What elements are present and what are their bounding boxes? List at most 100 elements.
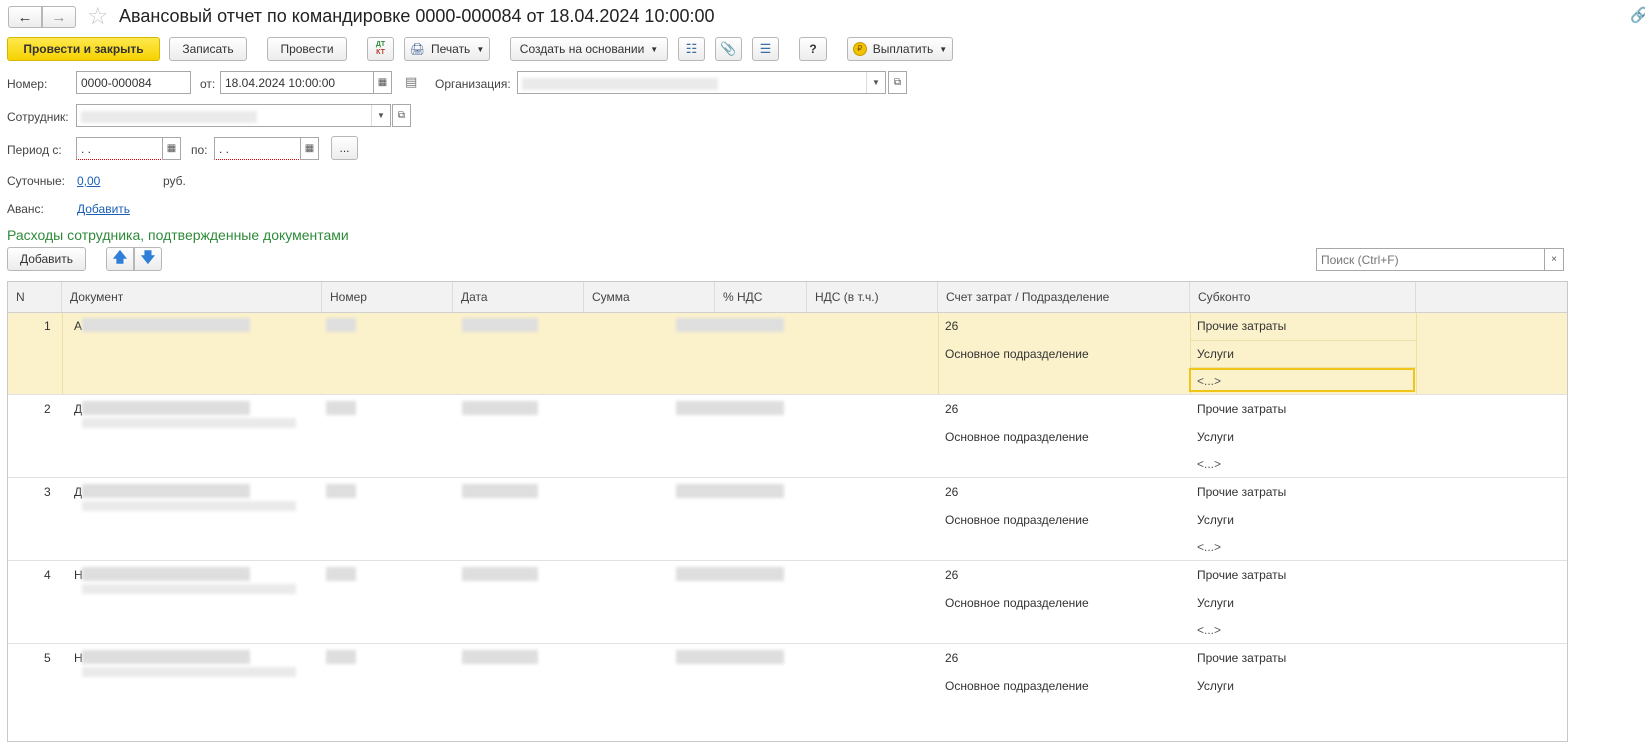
subconto-1-cell[interactable]: Прочие затраты <box>1197 651 1286 665</box>
section-title: Расходы сотрудника, подтвержденные докум… <box>7 227 349 243</box>
period-to-label: по: <box>191 143 208 157</box>
period-to-field[interactable]: . . <box>214 137 301 160</box>
organization-dropdown[interactable]: ▼ <box>866 72 885 93</box>
arrow-left-icon: ← <box>17 8 33 26</box>
list-button[interactable]: ☰ <box>752 37 779 61</box>
col-vat[interactable]: НДС (в т.ч.) <box>807 282 938 312</box>
comment-icon[interactable]: ▤ <box>405 74 417 90</box>
redacted-block <box>462 318 538 332</box>
redacted-block <box>82 401 250 415</box>
row-number[interactable]: 2 <box>44 402 51 416</box>
subconto-1-cell[interactable]: Прочие затраты <box>1197 319 1286 333</box>
printer-icon: 🖨 <box>409 42 425 56</box>
subconto-1-cell[interactable]: Прочие затраты <box>1197 402 1286 416</box>
document-cell[interactable]: Д <box>74 485 82 499</box>
division-cell[interactable]: Основное подразделение <box>945 596 1089 610</box>
subconto-1-cell[interactable]: Прочие затраты <box>1197 568 1286 582</box>
calendar-icon: ▦ <box>304 143 315 154</box>
attach-button[interactable]: 📎 <box>715 37 742 61</box>
subconto-1-cell[interactable]: Прочие затраты <box>1197 485 1286 499</box>
col-n[interactable]: N <box>8 282 62 312</box>
subconto-3-cell[interactable]: <...> <box>1197 457 1221 471</box>
per-diem-value-link[interactable]: 0,00 <box>77 174 100 188</box>
open-icon: ⧉ <box>893 77 902 88</box>
period-from-field[interactable]: . . <box>76 137 163 160</box>
organization-open-button[interactable]: ⧉ <box>888 71 907 94</box>
active-cell[interactable] <box>1189 368 1415 392</box>
help-button[interactable]: ? <box>799 37 827 61</box>
subconto-2-cell[interactable]: Услуги <box>1197 347 1234 361</box>
row-number[interactable]: 3 <box>44 485 51 499</box>
period-select-button[interactable]: ... <box>331 136 358 160</box>
organization-redacted <box>522 78 718 90</box>
row1-col-divider <box>1416 313 1417 394</box>
page-title: Авансовый отчет по командировке 0000-000… <box>119 6 715 26</box>
advance-add-link[interactable]: Добавить <box>77 202 130 216</box>
post-and-close-button[interactable]: Провести и закрыть <box>7 37 160 61</box>
per-diem-label: Суточные: <box>7 174 65 188</box>
forward-button[interactable]: → <box>42 6 76 28</box>
account-cell[interactable]: 26 <box>945 402 958 416</box>
period-from-value: . . <box>81 141 92 156</box>
document-cell[interactable]: Д <box>74 402 82 416</box>
subconto-2-cell[interactable]: Услуги <box>1197 430 1234 444</box>
date-field[interactable]: 18.04.2024 10:00:00 <box>220 71 374 94</box>
date-calendar-button[interactable]: ▦ <box>373 71 392 94</box>
row-number[interactable]: 1 <box>44 319 51 333</box>
search-input[interactable] <box>1316 248 1545 271</box>
redacted-block <box>462 567 538 581</box>
employee-dropdown[interactable]: ▼ <box>371 105 390 126</box>
row-separator <box>8 477 1567 478</box>
division-cell[interactable]: Основное подразделение <box>945 679 1089 693</box>
move-up-button[interactable]: 🡅 <box>106 247 134 271</box>
redacted-block <box>326 318 356 332</box>
division-cell[interactable]: Основное подразделение <box>945 513 1089 527</box>
move-down-button[interactable]: 🡇 <box>134 247 162 271</box>
pay-button[interactable]: ₽ Выплатить ▼ <box>847 37 953 61</box>
table-add-button[interactable]: Добавить <box>7 247 86 271</box>
create-based-button[interactable]: Создать на основании ▼ <box>510 37 668 61</box>
create-based-label: Создать на основании <box>519 42 645 56</box>
period-from-calendar-button[interactable]: ▦ <box>162 137 181 160</box>
back-button[interactable]: ← <box>8 6 42 28</box>
employee-open-button[interactable]: ⧉ <box>392 104 411 127</box>
favorite-star-icon[interactable]: ☆ <box>87 2 109 31</box>
subconto-3-cell[interactable]: <...> <box>1197 623 1221 637</box>
col-subconto[interactable]: Субконто <box>1190 282 1416 312</box>
row-number[interactable]: 5 <box>44 651 51 665</box>
account-cell[interactable]: 26 <box>945 319 958 333</box>
print-button[interactable]: 🖨 Печать ▼ <box>404 37 490 61</box>
account-cell[interactable]: 26 <box>945 651 958 665</box>
col-number[interactable]: Номер <box>322 282 453 312</box>
account-cell[interactable]: 26 <box>945 485 958 499</box>
subconto-2-cell[interactable]: Услуги <box>1197 513 1234 527</box>
division-cell[interactable]: Основное подразделение <box>945 430 1089 444</box>
col-sum[interactable]: Сумма <box>584 282 715 312</box>
row-number[interactable]: 4 <box>44 568 51 582</box>
col-date[interactable]: Дата <box>453 282 584 312</box>
organization-field[interactable]: ▼ <box>517 71 886 94</box>
post-button[interactable]: Провести <box>267 37 347 61</box>
dt-kt-button[interactable]: ДТ КТ <box>367 37 394 61</box>
save-button[interactable]: Записать <box>169 37 247 61</box>
subconto-3-cell[interactable]: <...> <box>1197 540 1221 554</box>
col-vat-rate[interactable]: % НДС <box>715 282 807 312</box>
employee-field[interactable]: ▼ <box>76 104 391 127</box>
document-cell[interactable]: А <box>74 319 82 333</box>
subconto-2-cell[interactable]: Услуги <box>1197 596 1234 610</box>
period-to-calendar-button[interactable]: ▦ <box>300 137 319 160</box>
division-cell[interactable]: Основное подразделение <box>945 347 1089 361</box>
expenses-table: N Документ Номер Дата Сумма % НДС НДС (в… <box>7 281 1568 742</box>
open-icon: ⧉ <box>397 110 406 121</box>
col-account[interactable]: Счет затрат / Подразделение <box>938 282 1190 312</box>
search-clear-button[interactable]: × <box>1544 248 1564 271</box>
redacted-block <box>462 650 538 664</box>
number-label: Номер: <box>7 77 48 91</box>
account-cell[interactable]: 26 <box>945 568 958 582</box>
structure-button[interactable]: ☷ <box>678 37 705 61</box>
col-document[interactable]: Документ <box>62 282 322 312</box>
subconto-2-cell[interactable]: Услуги <box>1197 679 1234 693</box>
number-field[interactable]: 0000-000084 <box>76 71 191 94</box>
per-diem-currency: руб. <box>163 174 186 188</box>
link-icon[interactable]: 🔗 <box>1630 6 1645 24</box>
